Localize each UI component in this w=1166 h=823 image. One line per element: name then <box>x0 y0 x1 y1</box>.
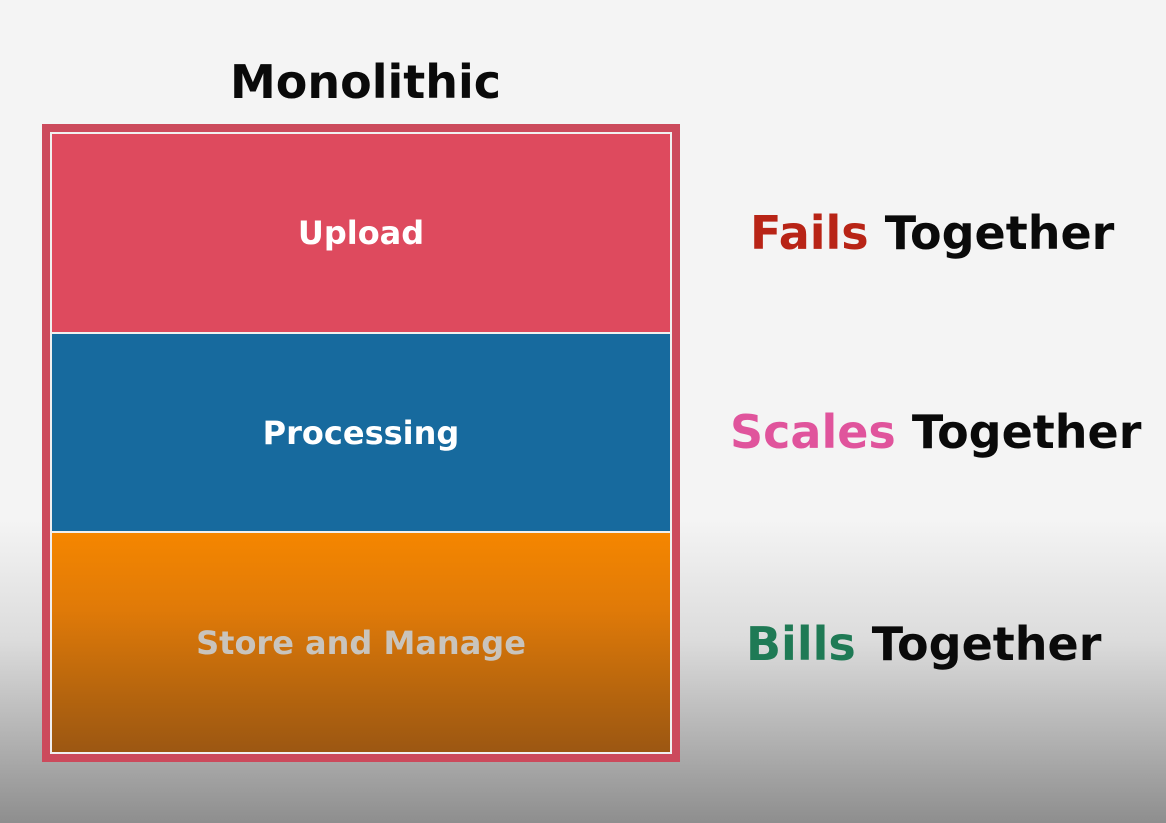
trait-scales-keyword: Scales <box>730 405 896 459</box>
monolith-container: Upload Processing Store and Manage <box>42 124 680 762</box>
layer-store-and-manage-label: Store and Manage <box>196 623 526 662</box>
trait-scales-rest: Together <box>911 405 1142 459</box>
layer-upload: Upload <box>52 134 670 332</box>
trait-fails-keyword: Fails <box>750 206 869 260</box>
trait-fails-together: Fails Together <box>750 203 1114 263</box>
layer-processing: Processing <box>52 334 670 531</box>
trait-bills-rest: Together <box>871 617 1102 671</box>
layer-upload-label: Upload <box>297 214 425 252</box>
trait-scales-together: Scales Together <box>730 402 1141 462</box>
trait-bills-together: Bills Together <box>746 614 1101 674</box>
layer-processing-label: Processing <box>262 413 460 452</box>
diagram-title: Monolithic <box>230 55 502 109</box>
trait-bills-keyword: Bills <box>746 617 856 671</box>
trait-fails-rest: Together <box>884 206 1115 260</box>
monolith-inner-frame: Upload Processing Store and Manage <box>50 132 672 754</box>
layer-store-and-manage: Store and Manage <box>52 533 670 752</box>
